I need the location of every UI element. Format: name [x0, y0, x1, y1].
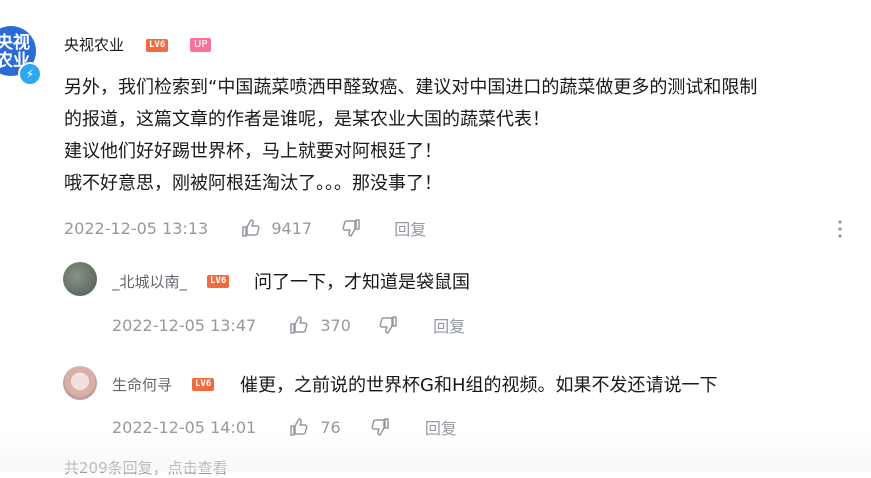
view-replies-link[interactable]: 共209条回复，点击查看 [64, 457, 228, 478]
level-badge: LV6 [146, 39, 169, 52]
reply-username[interactable]: 生命何寻 [112, 374, 172, 395]
timestamp: 2022-12-05 14:01 [112, 417, 257, 437]
more-vertical-icon[interactable] [836, 218, 844, 240]
comment-line: 哦不好意思，刚被阿根廷淘汰了。。。那没事了！ [64, 173, 442, 194]
reply-text: 催更，之前说的世界杯G和H组的视频。如果不发还请说一下 [240, 375, 718, 396]
like-count: 76 [320, 417, 341, 437]
thumbs-down-icon[interactable] [378, 315, 398, 335]
avatar-text-top: 央视 [0, 33, 30, 53]
reply-button[interactable]: 回复 [433, 313, 465, 337]
comment-line: 另外，我们检索到“中国蔬菜喷洒甲醛致癌、建议对中国进口的蔬菜做更多的测试和限制 [64, 77, 758, 98]
thumbs-up-icon[interactable] [241, 218, 261, 238]
reply-meta: 2022-12-05 14:01 76 回复 [112, 415, 457, 439]
reply-text: 问了一下，才知道是袋鼠国 [254, 272, 470, 293]
avatar[interactable] [63, 262, 97, 296]
thumbs-down-icon[interactable] [341, 218, 361, 238]
level-badge: LV6 [207, 275, 230, 288]
reply-username[interactable]: _北城以南_ [112, 271, 187, 292]
comment-line: 的报道，这篇文章的作者是谁呢，是某农业大国的蔬菜代表！ [64, 109, 550, 130]
username[interactable]: 央视农业 [64, 34, 124, 55]
timestamp: 2022-12-05 13:13 [64, 218, 209, 238]
level-badge: LV6 [192, 378, 215, 391]
avatar[interactable] [63, 366, 97, 400]
timestamp: 2022-12-05 13:47 [112, 315, 257, 335]
thumbs-up-icon[interactable] [289, 417, 309, 437]
comment-text: 另外，我们检索到“中国蔬菜喷洒甲醛致癌、建议对中国进口的蔬菜做更多的测试和限制 … [64, 72, 871, 200]
thumbs-up-icon[interactable] [289, 315, 309, 335]
comment-line: 建议他们好好踢世界杯，马上就要对阿根廷了！ [64, 141, 442, 162]
up-badge: UP [190, 38, 212, 52]
reply-meta: 2022-12-05 13:47 370 回复 [112, 313, 465, 337]
verified-icon: ⚡ [18, 62, 42, 86]
thumbs-down-icon[interactable] [370, 417, 390, 437]
reply-button[interactable]: 回复 [425, 415, 457, 439]
comment-meta: 2022-12-05 13:13 9417 回复 [64, 216, 426, 240]
like-count: 370 [320, 315, 351, 335]
reply-button[interactable]: 回复 [394, 216, 426, 240]
like-count: 9417 [271, 218, 313, 238]
